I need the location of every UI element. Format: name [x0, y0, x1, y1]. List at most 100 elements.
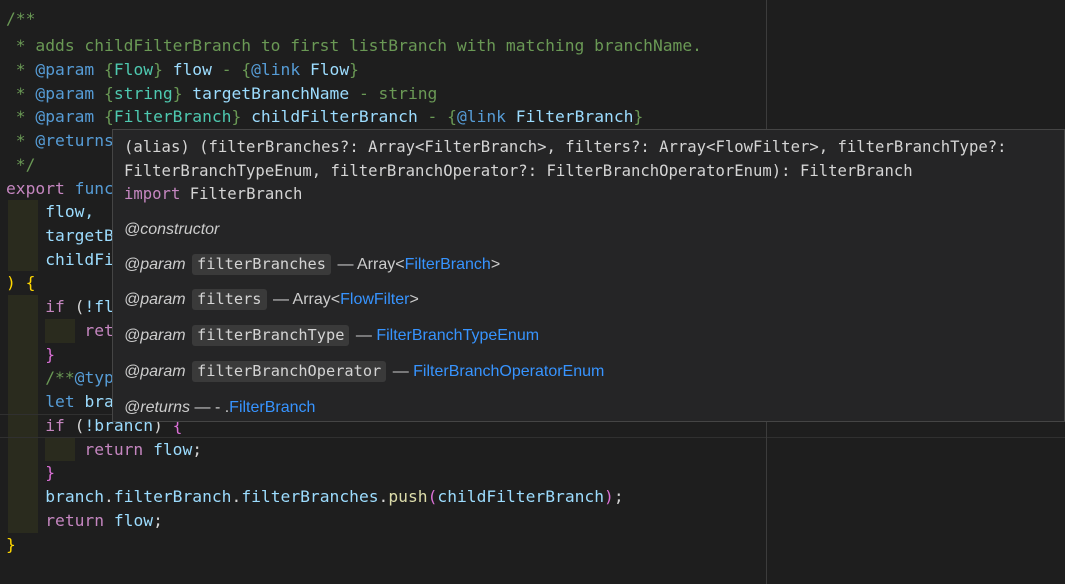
code-line[interactable]: let bra	[6, 390, 114, 414]
code-line[interactable]: }	[6, 461, 55, 485]
param-name: filterBranches	[192, 254, 331, 275]
code-token: func	[74, 179, 114, 198]
code-token: */	[6, 155, 36, 174]
code-line[interactable]: return flow;	[6, 509, 163, 533]
code-token: if	[45, 297, 65, 316]
code-token: @link	[251, 60, 301, 79]
returns-tag: @returns — - .FilterBranch	[124, 399, 316, 416]
code-token: }	[172, 84, 193, 103]
import-keyword: import	[124, 185, 181, 204]
code-token: targetBranchName	[192, 84, 350, 103]
constructor-tag: @constructor	[124, 221, 220, 238]
code-line[interactable]: export func	[6, 177, 114, 201]
code-token: )	[604, 487, 614, 506]
param-name: filters	[192, 289, 267, 310]
code-token: Flow	[113, 60, 154, 79]
code-line[interactable]: }	[6, 533, 16, 557]
code-token: childFilterBranch	[251, 107, 418, 126]
code-line[interactable]: ) {	[6, 271, 35, 295]
code-token: @param	[35, 107, 95, 126]
code-token: !fl	[84, 297, 114, 316]
code-token: (	[427, 487, 438, 506]
code-token: if	[45, 416, 65, 435]
param-name: filterBranchOperator	[192, 361, 387, 382]
code-token: {	[25, 273, 36, 292]
code-line[interactable]: * @param {FilterBranch} childFilterBranc…	[6, 105, 643, 129]
code-token: ;	[613, 487, 624, 506]
code-token: bra	[84, 392, 114, 411]
code-line[interactable]: flow,	[6, 200, 94, 224]
code-token: {	[94, 84, 114, 103]
code-token: - {	[417, 107, 457, 126]
code-token: flow,	[45, 202, 95, 221]
hover-tooltip[interactable]: (alias) (filterBranches?: Array<FilterBr…	[112, 129, 1065, 422]
code-line[interactable]: childFi	[6, 248, 114, 272]
type-link[interactable]: FilterBranchOperatorEnum	[413, 363, 604, 380]
type-link[interactable]: FlowFilter	[340, 291, 409, 308]
code-line[interactable]: /**	[6, 7, 35, 31]
code-line[interactable]: * adds childFilterBranch to first listBr…	[6, 34, 702, 58]
code-line[interactable]: return flow;	[6, 438, 202, 462]
code-token: ;	[153, 511, 163, 530]
code-token: }	[349, 60, 359, 79]
code-line[interactable]: ret	[6, 319, 113, 343]
code-token: *	[6, 107, 36, 126]
code-line[interactable]: branch.filterBranch.filterBranches.push(…	[6, 485, 624, 509]
code-token: ;	[192, 440, 203, 459]
code-token: }	[153, 60, 173, 79]
code-token: childFilterBranch	[437, 487, 605, 506]
type-link[interactable]: FilterBranchTypeEnum	[376, 327, 539, 344]
code-token: .	[104, 487, 114, 506]
code-token: * adds childFilterBranch to first listBr…	[6, 36, 702, 55]
signature-line-2: FilterBranchTypeEnum, filterBranchOperat…	[124, 161, 913, 180]
code-line[interactable]: * @returns	[6, 129, 114, 153]
code-token: (	[64, 297, 85, 316]
code-token: FilterBranch	[113, 107, 232, 126]
type-link[interactable]: FilterBranch	[229, 399, 315, 416]
code-token: branch	[45, 487, 105, 506]
code-line[interactable]: targetB	[6, 224, 114, 248]
param-filters: @param filters — Array<FlowFilter>	[124, 289, 419, 310]
code-token: targetB	[45, 226, 114, 245]
code-line[interactable]: * @param {string} targetBranchName - str…	[6, 82, 438, 106]
code-token: {	[94, 107, 114, 126]
code-token: return	[84, 440, 144, 459]
code-token: flow	[172, 60, 212, 79]
code-line[interactable]: */	[6, 153, 36, 177]
code-token: childFi	[45, 250, 114, 269]
hover-signature: (alias) (filterBranches?: Array<FilterBr…	[124, 136, 1054, 207]
code-line[interactable]: /**@typ	[6, 366, 114, 390]
param-filterBranchOperator: @param filterBranchOperator — FilterBran…	[124, 361, 605, 382]
code-token: /**	[45, 368, 75, 387]
code-token: .	[378, 487, 389, 506]
code-line[interactable]: * @param {Flow} flow - {@link Flow}	[6, 58, 359, 82]
code-line[interactable]: }	[6, 343, 55, 367]
code-token: - string	[349, 84, 438, 103]
code-token: filterBranches	[241, 487, 379, 506]
param-filterBranchType: @param filterBranchType — FilterBranchTy…	[124, 325, 540, 346]
code-token: {	[94, 60, 114, 79]
code-token: }	[633, 107, 644, 126]
code-line[interactable]: if (!fl	[6, 295, 114, 319]
code-token: .	[231, 487, 242, 506]
type-link[interactable]: FilterBranch	[405, 256, 491, 273]
code-token: @returns	[35, 131, 114, 150]
code-token: let	[45, 392, 75, 411]
code-token: /**	[6, 9, 36, 28]
code-token: string	[113, 84, 173, 103]
